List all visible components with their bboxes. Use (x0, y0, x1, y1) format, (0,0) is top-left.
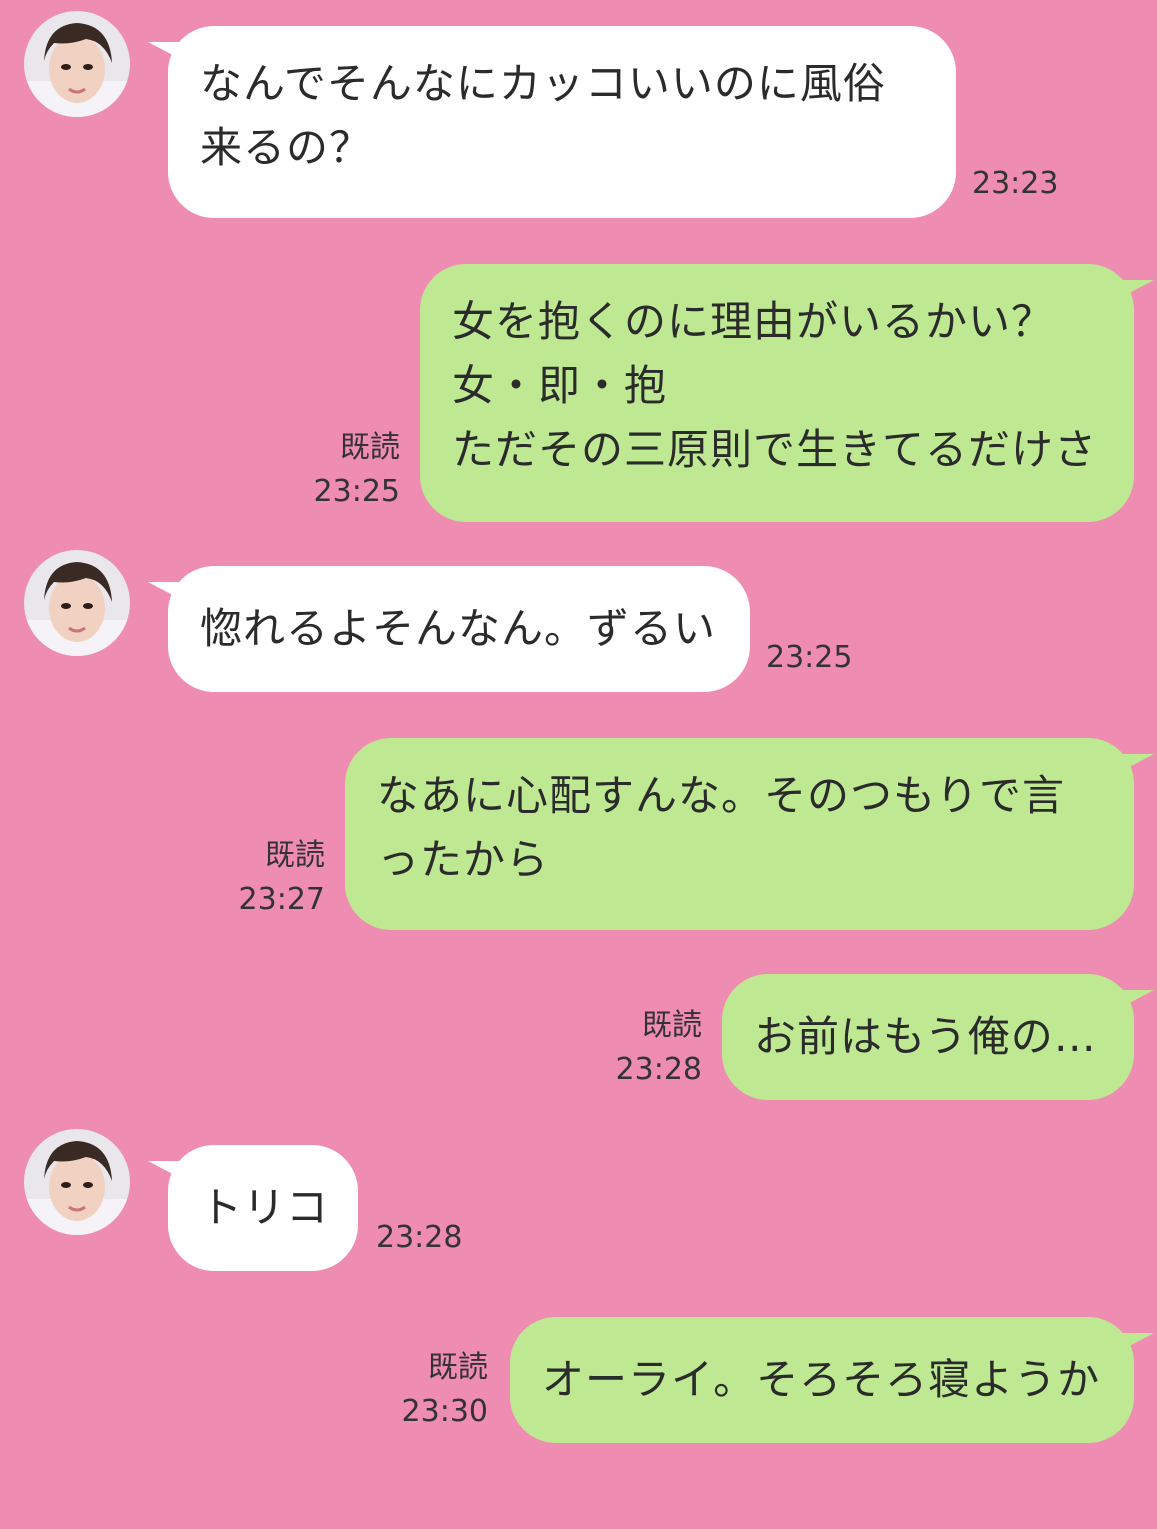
message-meta: 既読 23:25 (300, 426, 400, 514)
message-meta: 既読 23:30 (388, 1346, 488, 1434)
outgoing-message[interactable]: お前はもう俺の… (722, 974, 1134, 1100)
message-time: 23:30 (401, 1394, 488, 1429)
message-text: 女・即・抱 (452, 361, 668, 410)
read-receipt: 既読 (428, 1350, 488, 1385)
read-receipt: 既読 (265, 838, 325, 873)
message-text: お前はもう俺の… (754, 1012, 1097, 1061)
message-text: オーライ。そろそろ寝ようか (542, 1355, 1101, 1404)
message-time: 23:27 (238, 882, 325, 917)
message-text: ただその三原則で生きてるだけさ (452, 425, 1098, 474)
message-text: 惚れるよそんなん。ずるい (200, 604, 717, 653)
message-time: 23:25 (766, 640, 853, 675)
message-meta: 既読 23:28 (602, 1004, 702, 1092)
message-text: 女を抱くのに理由がいるかい？ (452, 297, 1055, 346)
outgoing-message[interactable]: なあに心配すんな。そのつもりで言 ったから (345, 738, 1134, 930)
message-meta: 23:28 (376, 1216, 462, 1260)
message-meta: 23:23 (972, 162, 1058, 206)
message-meta: 既読 23:27 (225, 834, 325, 922)
incoming-message[interactable]: 惚れるよそんなん。ずるい (168, 566, 750, 692)
message-text: トリコ (200, 1183, 330, 1232)
message-text: ったから (377, 835, 550, 884)
contact-avatar[interactable] (24, 550, 130, 656)
message-time: 23:23 (972, 166, 1059, 201)
incoming-message[interactable]: なんでそんなにカッコいいのに風俗 来るの？ (168, 26, 956, 218)
message-meta: 23:25 (766, 636, 852, 680)
contact-avatar[interactable] (24, 11, 130, 117)
message-text: なあに心配すんな。そのつもりで言 (377, 771, 1066, 820)
incoming-message[interactable]: トリコ (168, 1145, 358, 1271)
read-receipt: 既読 (340, 430, 400, 465)
message-text: 来るの？ (200, 123, 373, 172)
outgoing-message[interactable]: 女を抱くのに理由がいるかい？ 女・即・抱 ただその三原則で生きてるだけさ (420, 264, 1134, 522)
contact-avatar[interactable] (24, 1129, 130, 1235)
message-text: なんでそんなにカッコいいのに風俗 (200, 59, 886, 108)
message-time: 23:28 (376, 1220, 463, 1255)
message-time: 23:28 (615, 1052, 702, 1087)
outgoing-message[interactable]: オーライ。そろそろ寝ようか (510, 1317, 1134, 1443)
read-receipt: 既読 (642, 1008, 702, 1043)
message-time: 23:25 (313, 474, 400, 509)
